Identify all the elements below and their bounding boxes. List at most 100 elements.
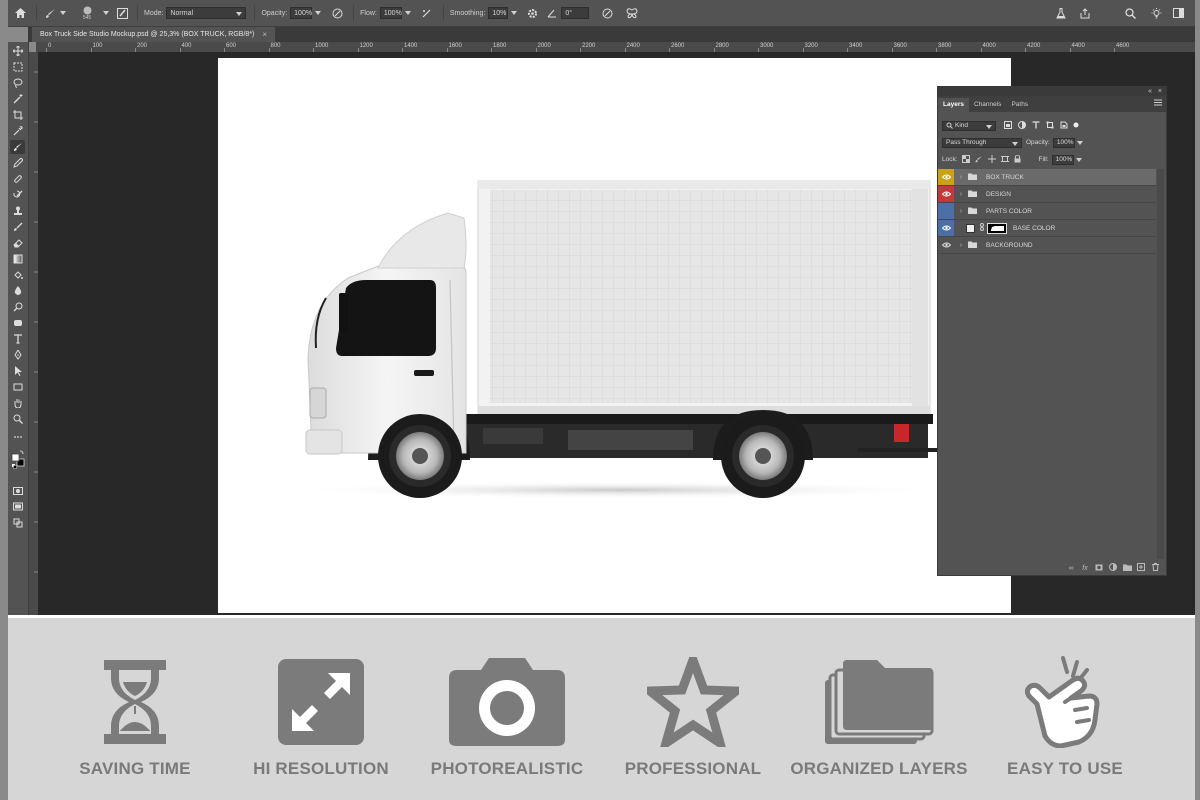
filter-toggle-icon[interactable] [1073,122,1079,130]
crop-tool-icon[interactable] [10,108,25,122]
brush-tool-icon[interactable] [10,140,25,154]
close-panel-icon[interactable]: × [1158,87,1162,96]
lock-transparent-icon[interactable] [961,154,970,165]
screen-mode-icon[interactable] [10,500,25,514]
filter-adjustment-icon[interactable] [1018,120,1026,131]
home-icon[interactable] [10,0,30,27]
lock-position-icon[interactable] [987,154,996,165]
chevron-right-icon[interactable]: › [957,191,965,198]
layer-opacity-input[interactable]: 100% [1052,137,1075,148]
magic-wand-tool-icon[interactable] [10,92,25,106]
smoothing-input[interactable]: 10% [488,7,509,19]
tab-channels[interactable]: Channels [969,98,1006,112]
opacity-slider-dropdown[interactable] [315,11,322,15]
tab-layers[interactable]: Layers [938,98,969,112]
chevron-right-icon[interactable]: › [957,208,965,215]
close-icon[interactable]: × [262,27,267,42]
layer-row-background[interactable]: › BACKGROUND [938,237,1156,254]
path-selection-tool-icon[interactable] [10,364,25,378]
new-layer-icon[interactable] [1136,563,1146,573]
move-tool-icon[interactable] [10,44,25,58]
visibility-toggle[interactable] [938,186,954,202]
pattern-brush-tool-icon[interactable] [10,220,25,234]
document-canvas[interactable] [218,58,1011,613]
collapse-panel-icon[interactable]: « [1148,87,1152,96]
filter-smart-object-icon[interactable] [1060,121,1068,131]
eyedropper-tool-icon[interactable] [10,124,25,138]
panel-menu-icon[interactable] [1154,99,1162,108]
opacity-input[interactable]: 100% [290,7,313,19]
filter-kind-select[interactable]: Kind [942,120,996,131]
tool-preset-dropdown[interactable] [60,11,66,15]
layers-scrollbar[interactable] [1157,169,1164,559]
filter-pixel-icon[interactable] [1004,120,1012,131]
gradient-tool-icon[interactable] [10,252,25,266]
workspace-switcher-icon[interactable] [1167,0,1189,27]
layer-opacity-dropdown[interactable] [1076,140,1083,145]
brush-angle-input[interactable]: 0° [561,7,590,19]
airbrush-icon[interactable] [417,0,437,27]
artboard-tool-icon[interactable] [10,516,25,530]
visibility-toggle[interactable] [938,220,954,236]
chevron-right-icon[interactable]: › [957,242,965,249]
layer-row-parts-color[interactable]: › PARTS COLOR [938,203,1156,220]
lasso-tool-icon[interactable] [10,76,25,90]
add-mask-icon[interactable] [1094,564,1104,573]
brush-tool-icon[interactable] [43,0,57,27]
link-icon[interactable] [980,223,984,233]
eraser-tool-icon[interactable] [10,236,25,250]
lock-pixels-icon[interactable] [975,155,983,165]
zoom-tool-icon[interactable] [10,412,25,426]
layer-row-base-color[interactable]: BASE COLOR [938,220,1156,237]
gear-icon[interactable] [523,0,541,27]
healing-brush-tool-icon[interactable] [10,172,25,186]
flask-icon[interactable] [1049,0,1073,27]
history-brush-tool-icon[interactable] [10,188,25,202]
clone-stamp-tool-icon[interactable] [10,204,25,218]
pressure-opacity-icon[interactable] [327,0,347,27]
lock-artboard-icon[interactable] [1000,155,1009,165]
trash-icon[interactable] [1150,563,1160,573]
fill-dropdown[interactable] [1075,157,1082,162]
blend-mode-select[interactable]: Pass Through [942,137,1022,148]
layer-row-box-truck[interactable]: › BOX TRUCK [938,169,1156,186]
mode-select[interactable]: Normal [166,7,247,19]
flow-input[interactable]: 100% [379,7,402,19]
symmetry-butterfly-icon[interactable] [621,0,643,27]
rectangle-tool-icon[interactable] [10,380,25,394]
color-swatches-icon[interactable] [10,446,25,474]
visibility-toggle[interactable] [938,237,954,253]
new-group-icon[interactable] [1122,564,1132,573]
share-icon[interactable] [1073,0,1097,27]
fill-input[interactable]: 100% [1051,154,1074,165]
link-layers-icon[interactable]: ∞ [1066,565,1076,572]
hand-tool-icon[interactable] [10,396,25,410]
layer-row-design[interactable]: › DESIGN [938,186,1156,203]
document-tab[interactable]: Box Truck Side Studio Mockup.psd @ 25,3%… [32,27,276,42]
brush-angle-icon[interactable] [545,0,559,27]
flow-slider-dropdown[interactable] [404,11,411,15]
brush-settings-panel-icon[interactable] [113,0,131,27]
chevron-right-icon[interactable]: › [957,174,965,181]
smoothing-slider-dropdown[interactable] [511,11,518,15]
more-tools-icon[interactable] [10,430,25,444]
visibility-toggle[interactable] [938,203,954,219]
tab-paths[interactable]: Paths [1006,98,1033,112]
horizontal-ruler[interactable]: 0 100 200 400 600 800 1000 1200 1400 1600 1800 2000… [36,42,1195,52]
filter-type-icon[interactable] [1032,120,1040,131]
brush-preset-picker[interactable]: 545 [74,0,100,27]
marquee-tool-icon[interactable] [10,60,25,74]
blur-tool-icon[interactable] [10,284,25,298]
dodge-tool-icon[interactable] [10,300,25,314]
pressure-size-icon[interactable] [595,0,619,27]
pencil-tool-icon[interactable] [10,156,25,170]
fx-icon[interactable]: fx [1080,565,1090,572]
search-icon[interactable] [1115,0,1145,27]
visibility-toggle[interactable] [938,169,954,185]
layer-mask-thumbnail[interactable] [987,222,1007,234]
sponge-tool-icon[interactable] [10,316,25,330]
brush-preset-dropdown[interactable] [103,11,109,15]
vertical-ruler[interactable] [28,52,38,615]
pen-tool-icon[interactable] [10,348,25,362]
lightbulb-icon[interactable] [1145,0,1167,27]
